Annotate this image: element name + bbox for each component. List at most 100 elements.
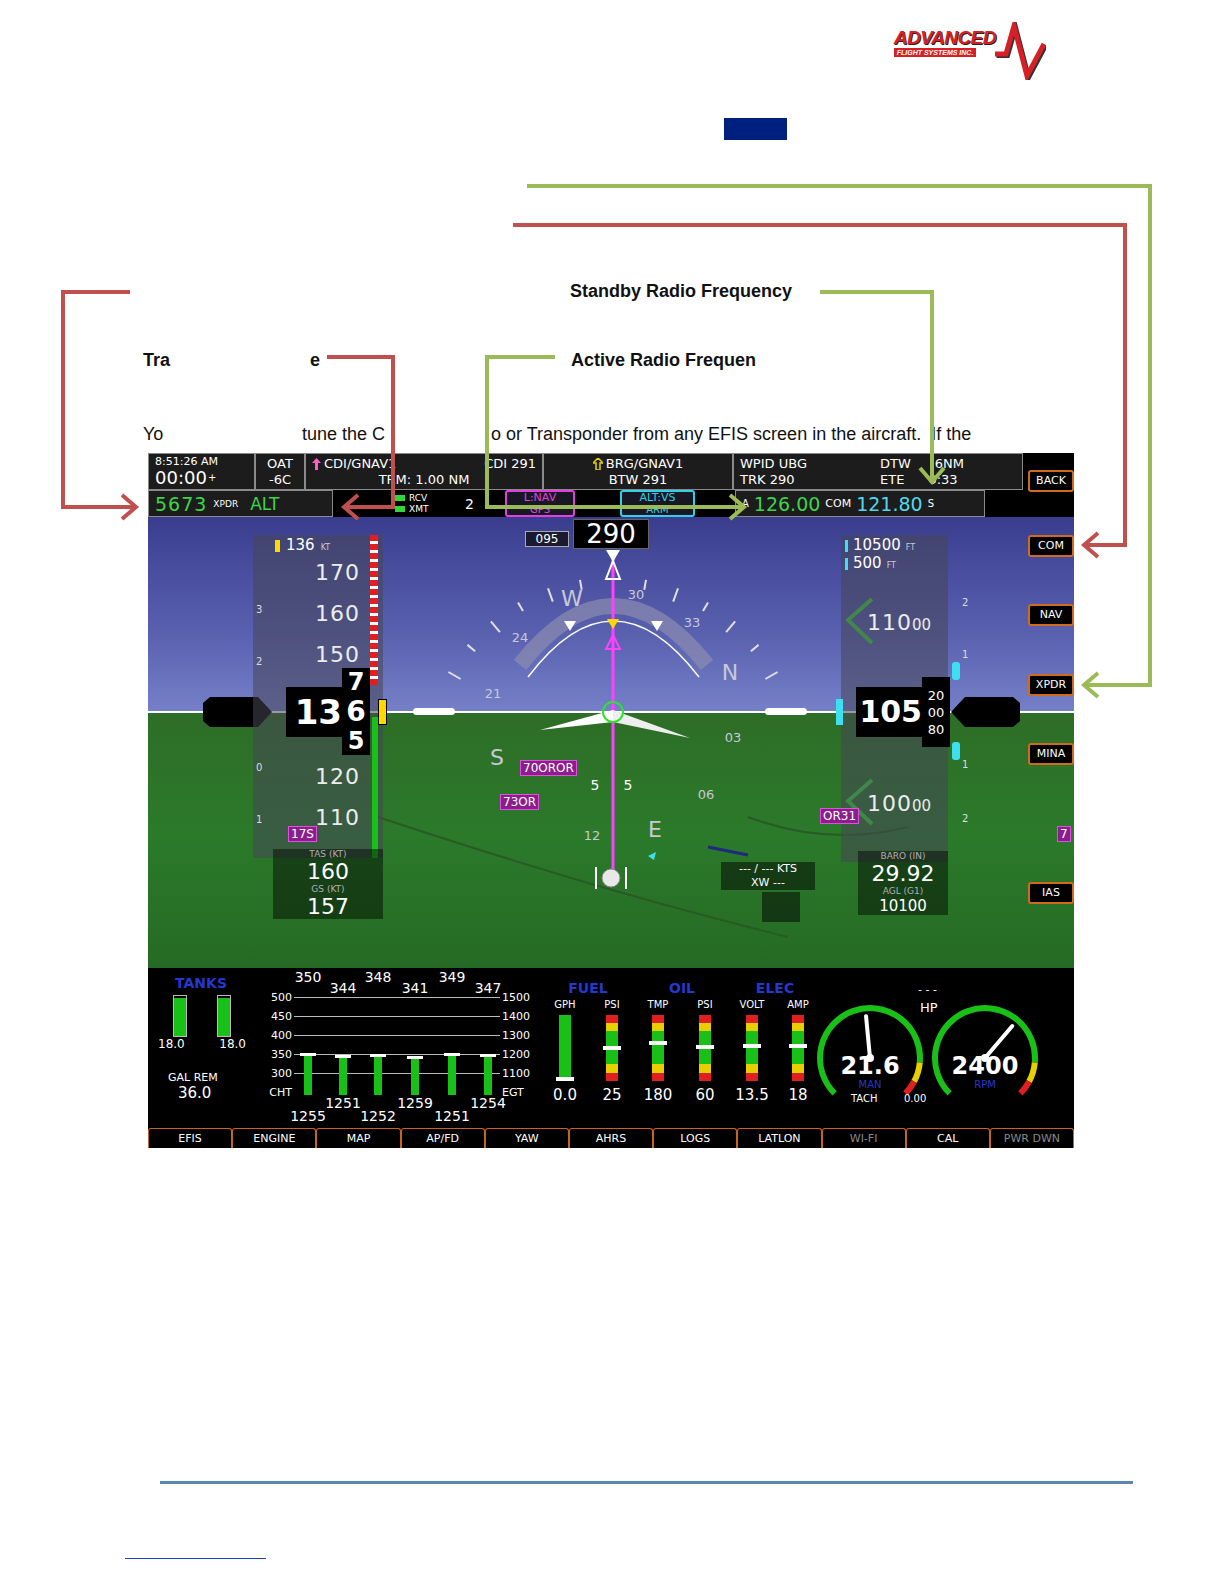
altitude-bug-value: 10500 — [853, 537, 901, 554]
gauge-group-title: OIL — [669, 980, 695, 996]
waypoint-tag: 70OROR — [520, 760, 577, 776]
altitude-thousands: 100 — [867, 790, 912, 815]
soft-key[interactable]: COM — [1028, 535, 1074, 557]
waypoint-ete: ETE0:33 — [880, 472, 1016, 488]
soft-key[interactable]: XPDR — [1028, 674, 1074, 696]
menu-button[interactable]: AP/FD — [401, 1128, 485, 1148]
tank-gauge — [173, 995, 187, 1037]
waypoint-id: WPID UBG — [740, 456, 880, 472]
crosswind: XW --- — [751, 876, 785, 890]
rcv-label: RCV — [409, 493, 427, 504]
roll-digit: 80 — [928, 721, 945, 738]
xmt-row: XMT — [395, 504, 465, 515]
bar-gauge — [559, 1015, 571, 1081]
soft-key[interactable]: NAV — [1028, 604, 1074, 626]
tank-fill — [174, 998, 186, 1036]
menu-button[interactable]: CAL — [906, 1128, 990, 1148]
distance-value: 6NM — [935, 456, 964, 472]
graph-gridline — [294, 1035, 500, 1036]
cht-value: 349 — [439, 970, 466, 985]
radio-box[interactable]: A126.00COM121.80S — [735, 490, 985, 517]
fuel-remaining: 36.0 — [178, 1084, 211, 1102]
menu-button[interactable]: LOGS — [653, 1128, 737, 1148]
title-highlight — [724, 118, 787, 140]
roll-digit: 6 — [346, 696, 365, 727]
needle-arrow-icon — [312, 458, 321, 470]
engine-panel: TANKS18.018.0GAL REM36.0500450400350300C… — [148, 968, 1074, 1128]
gauge-marker — [649, 1041, 667, 1045]
menu-button[interactable]: MAP — [316, 1128, 400, 1148]
bearing-arrow-icon — [593, 458, 603, 470]
tas-label: TAS (KT) — [309, 849, 346, 860]
xmt-label: XMT — [409, 504, 428, 515]
egt-axis-label: 1300 — [502, 1029, 542, 1042]
soft-key[interactable]: MINA — [1028, 743, 1074, 765]
airspeed-readout: 13 — [286, 687, 342, 737]
heading-readout: 290 — [573, 519, 649, 549]
menu-button[interactable]: ENGINE — [232, 1128, 316, 1148]
scale-mark: 1 — [256, 814, 262, 826]
egt-axis-label: 1500 — [502, 991, 542, 1004]
gauge-marker — [789, 1044, 807, 1048]
callout-label: Tra — [143, 349, 170, 371]
gauge-label: VOLT — [740, 999, 765, 1011]
oat-box: OAT-6C — [255, 453, 305, 490]
altitude-bug-unit: FT — [906, 543, 915, 552]
roll-digit: 7 — [348, 668, 365, 696]
menu-button[interactable]: PWR DWN — [990, 1128, 1074, 1148]
gauge-label: TMP — [648, 999, 669, 1011]
heading-bug[interactable]: 095 — [525, 531, 569, 547]
cylinder-bar — [339, 1058, 347, 1095]
egt-value: 1255 — [290, 1109, 326, 1124]
bar-gauge — [606, 1015, 618, 1081]
compass-label: 12 — [584, 828, 601, 843]
minimums-unit: FT — [887, 561, 896, 570]
agl-value: 10100 — [879, 897, 927, 915]
egt-value: 1259 — [397, 1096, 433, 1111]
airspeed-scale-label: 150 — [298, 642, 360, 668]
altitude-bug[interactable]: 10500 FT — [845, 537, 915, 554]
mode-active: ALT:VS — [640, 492, 676, 504]
altitude-roll: 200080 — [922, 677, 950, 747]
airspeed-roll: 765 — [342, 668, 370, 755]
gauge-group-title: FUEL — [568, 980, 607, 996]
xmt-indicator — [395, 506, 405, 512]
transponder-box[interactable]: 5673XPDRALT — [148, 490, 333, 517]
callout-leaders — [0, 0, 1224, 1584]
dial-label: RPM — [974, 1079, 996, 1091]
altitude-scale-label: 10000 — [867, 790, 931, 815]
minimums[interactable]: 500 FT — [845, 555, 896, 572]
menu-button[interactable]: EFIS — [148, 1128, 232, 1148]
gauge-label: AMP — [787, 999, 809, 1011]
menu-button[interactable]: YAW — [485, 1128, 569, 1148]
waypoint-box: WPID UBGDTW6NMTRK 290ETE0:33 — [733, 453, 1023, 490]
cdi-row: CDI/GNAV1CDI 291 — [312, 456, 536, 472]
menu-button[interactable]: WI-FI — [822, 1128, 906, 1148]
true-airspeed-box: TAS (KT)160GS (KT)157 — [273, 849, 383, 919]
cylinder-bar — [484, 1057, 492, 1095]
bar-gauge — [699, 1015, 711, 1081]
oat-value: -6C — [269, 472, 291, 488]
logo-text: ADVANCEDFLIGHT SYSTEMS INC. — [894, 22, 996, 57]
efis-screenshot: 8:51:26 AM00:00+OAT-6C CDI/GNAV1CDI 291T… — [148, 453, 1074, 1148]
menu-button[interactable]: LATLON — [737, 1128, 821, 1148]
roll-digit: 5 — [348, 727, 365, 755]
mode-armed: ARM — [646, 504, 668, 515]
standby-marker: S — [928, 498, 934, 509]
minimums-value: 500 — [853, 555, 882, 572]
annotation-area: Standby Radio FrequencyTraeActive Radio … — [0, 140, 1224, 453]
soft-key[interactable]: BACK — [1028, 470, 1074, 492]
soft-key[interactable]: IAS — [1028, 882, 1074, 904]
cht-value: 347 — [475, 981, 502, 996]
cht-axis-label: 300 — [260, 1067, 292, 1080]
baro-box[interactable]: BARO (IN)29.92AGL (G1)10100 — [858, 851, 948, 915]
waypoint-distance: DTW6NM — [880, 456, 1016, 472]
egt-axis-label: 1100 — [502, 1067, 542, 1080]
menu-button[interactable]: AHRS — [569, 1128, 653, 1148]
tank-value: 18.0 — [219, 1037, 246, 1051]
button-bar: EFISENGINEMAPAP/FDYAWAHRSLOGSLATLONWI-FI… — [148, 1128, 1074, 1148]
airspeed-scale-label: 120 — [298, 764, 360, 790]
altitude-hundreds: 00 — [912, 615, 931, 633]
speed-bug[interactable]: 136KT — [275, 537, 330, 554]
wind-shade — [762, 892, 800, 922]
